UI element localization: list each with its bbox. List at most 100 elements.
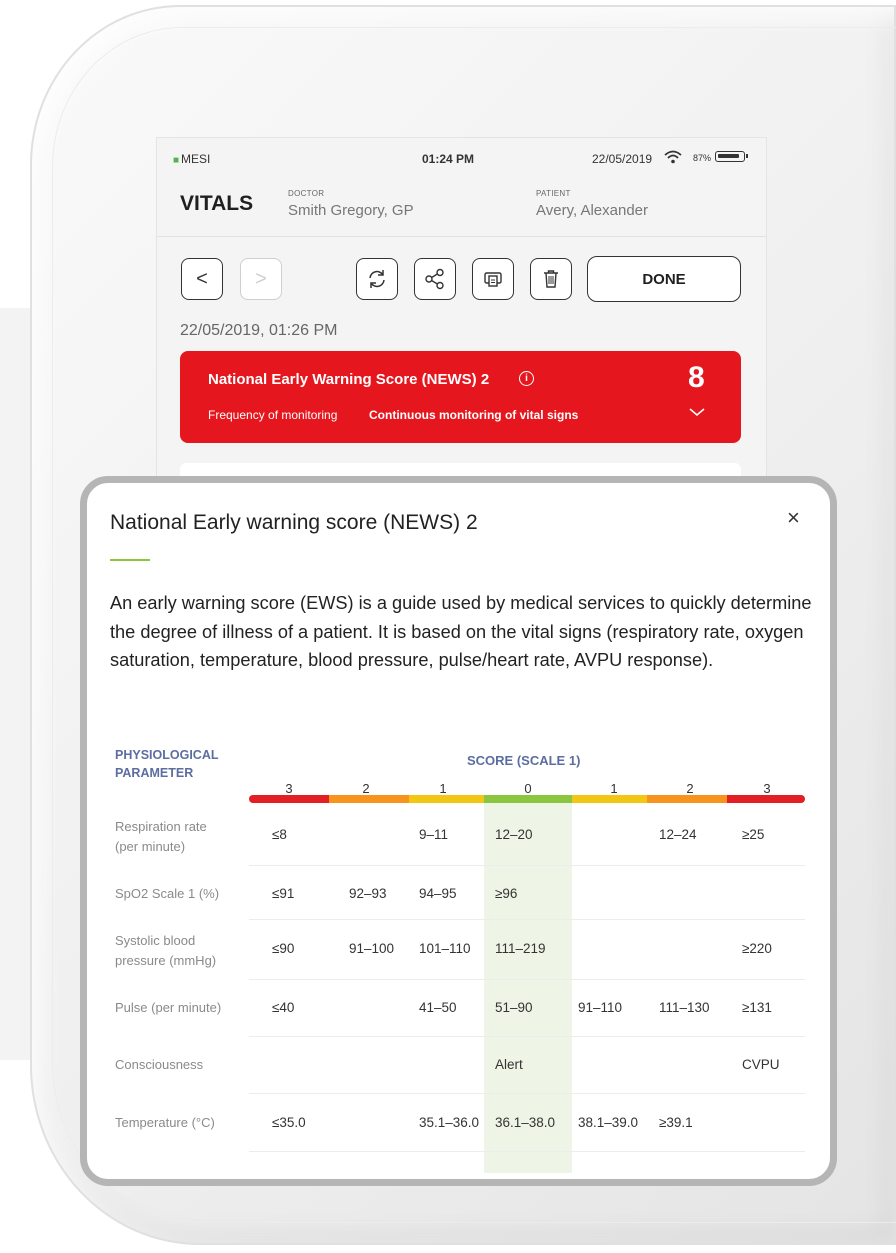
parameter-name: Temperature (°C) bbox=[115, 1113, 215, 1133]
table-cell: ≤8 bbox=[272, 827, 287, 842]
score-column-header: SCORE (SCALE 1) bbox=[467, 753, 581, 768]
title-accent-line bbox=[110, 559, 150, 561]
news-score-card[interactable]: National Early Warning Score (NEWS) 2 i … bbox=[180, 351, 741, 443]
table-cell: 92–93 bbox=[349, 886, 387, 901]
table-cell: ≥131 bbox=[742, 1000, 772, 1015]
parameter-name: Respiration rate (per minute) bbox=[115, 817, 207, 857]
trash-icon bbox=[544, 270, 558, 288]
table-cell: 9–11 bbox=[419, 827, 449, 842]
score-column-5: 2 bbox=[686, 781, 694, 796]
news-card-title: National Early Warning Score (NEWS) 2 bbox=[208, 371, 490, 388]
score-column-6: 3 bbox=[763, 781, 771, 796]
frequency-value: Continuous monitoring of vital signs bbox=[369, 408, 579, 422]
share-button[interactable] bbox=[414, 258, 456, 300]
status-bar: ■ MESI 01:24 PM 22/05/2019 87% bbox=[157, 138, 766, 178]
info-icon[interactable]: i bbox=[519, 371, 534, 386]
print-button[interactable] bbox=[472, 258, 514, 300]
table-cell: 36.1–38.0 bbox=[495, 1115, 556, 1130]
row-divider bbox=[249, 1093, 805, 1094]
refresh-button[interactable] bbox=[356, 258, 398, 300]
table-cell: 111–130 bbox=[659, 1000, 710, 1015]
parameter-name: Pulse (per minute) bbox=[115, 998, 221, 1018]
parameter-line2: (per minute) bbox=[115, 839, 186, 854]
page-title: VITALS bbox=[180, 192, 254, 215]
app-header: VITALS DOCTOR Smith Gregory, GP PATIENT … bbox=[157, 178, 766, 237]
table-cell: 94–95 bbox=[419, 886, 457, 901]
print-icon bbox=[484, 272, 502, 287]
table-cell: 12–24 bbox=[659, 827, 697, 842]
score-column-1: 2 bbox=[362, 781, 370, 796]
score-color-bar bbox=[249, 795, 805, 803]
forward-button[interactable]: > bbox=[240, 258, 282, 300]
close-icon[interactable]: × bbox=[787, 505, 800, 531]
row-divider bbox=[249, 1036, 805, 1037]
table-cell: 51–90 bbox=[495, 1000, 533, 1015]
chevron-down-icon[interactable] bbox=[688, 401, 706, 422]
table-cell: 38.1–39.0 bbox=[578, 1115, 639, 1130]
table-cell: 91–100 bbox=[349, 941, 395, 956]
parameter-name: Consciousness bbox=[115, 1055, 203, 1075]
share-icon bbox=[425, 268, 444, 290]
doctor-name: Smith Gregory, GP bbox=[288, 202, 414, 219]
parameter-line1: Temperature (°C) bbox=[115, 1115, 215, 1130]
modal-description: An early warning score (EWS) is a guide … bbox=[110, 593, 812, 670]
row-divider bbox=[249, 919, 805, 920]
row-divider bbox=[249, 979, 805, 980]
row-divider bbox=[249, 865, 805, 866]
score-color-segment bbox=[329, 795, 409, 803]
table-cell: CVPU bbox=[742, 1057, 780, 1072]
patient-label: PATIENT bbox=[536, 189, 571, 198]
news-info-modal: National Early warning score (NEWS) 2 × … bbox=[80, 476, 837, 1186]
parameter-line1: SpO2 Scale 1 (%) bbox=[115, 886, 220, 901]
score-column-4: 1 bbox=[610, 781, 618, 796]
table-cell: ≤40 bbox=[272, 1000, 295, 1015]
parameter-name: SpO2 Scale 1 (%) bbox=[115, 884, 219, 904]
row-divider bbox=[249, 1151, 805, 1152]
table-cell: 41–50 bbox=[419, 1000, 457, 1015]
battery-icon bbox=[715, 151, 748, 162]
battery-percent: 87% bbox=[693, 153, 712, 163]
app-screen: ■ MESI 01:24 PM 22/05/2019 87% VITALS DOC… bbox=[157, 138, 766, 498]
chevron-right-icon: > bbox=[255, 267, 267, 290]
score-column-3: 0 bbox=[524, 781, 532, 796]
table-cell: 12–20 bbox=[495, 827, 533, 842]
refresh-icon bbox=[369, 270, 385, 288]
doctor-label: DOCTOR bbox=[288, 189, 325, 198]
param-header-line1: PHYSIOLOGICAL bbox=[115, 748, 219, 762]
parameter-name: Systolic blood pressure (mmHg) bbox=[115, 931, 216, 971]
parameter-line1: Respiration rate bbox=[115, 819, 207, 834]
table-cell: 111–219 bbox=[495, 941, 546, 956]
carrier: ■ MESI bbox=[173, 152, 210, 166]
table-cell: Alert bbox=[495, 1057, 523, 1072]
param-header-line2: PARAMETER bbox=[115, 766, 194, 780]
status-date: 22/05/2019 bbox=[592, 152, 653, 166]
table-cell: 101–110 bbox=[419, 941, 471, 956]
table-cell: ≥39.1 bbox=[659, 1115, 693, 1130]
carrier-icon: ■ bbox=[173, 155, 180, 166]
parameter-line2: pressure (mmHg) bbox=[115, 953, 217, 968]
back-button[interactable]: < bbox=[181, 258, 223, 300]
score-color-segment bbox=[572, 795, 647, 803]
score-color-segment bbox=[647, 795, 727, 803]
carrier-label: MESI bbox=[181, 152, 211, 166]
toolbar: < > DONE bbox=[157, 256, 766, 308]
table-cell: ≤91 bbox=[272, 886, 295, 901]
table-cell: ≤35.0 bbox=[272, 1115, 306, 1130]
table-cell: ≥25 bbox=[742, 827, 765, 842]
score-color-segment bbox=[484, 795, 572, 803]
measurement-timestamp: 22/05/2019, 01:26 PM bbox=[180, 322, 338, 339]
done-button[interactable]: DONE bbox=[587, 256, 741, 302]
table-cell: ≥96 bbox=[495, 886, 518, 901]
score-color-segment bbox=[409, 795, 484, 803]
delete-button[interactable] bbox=[530, 258, 572, 300]
news-score-value: 8 bbox=[688, 361, 705, 394]
patient-name: Avery, Alexander bbox=[536, 202, 649, 219]
table-cell: ≤90 bbox=[272, 941, 295, 956]
status-time: 01:24 PM bbox=[422, 152, 475, 166]
score-column-0: 3 bbox=[285, 781, 293, 796]
frequency-label: Frequency of monitoring bbox=[208, 408, 338, 422]
score-color-segment bbox=[727, 795, 805, 803]
table-cell: ≥220 bbox=[742, 941, 772, 956]
score-color-segment bbox=[249, 795, 329, 803]
parameter-line1: Pulse (per minute) bbox=[115, 1000, 222, 1015]
